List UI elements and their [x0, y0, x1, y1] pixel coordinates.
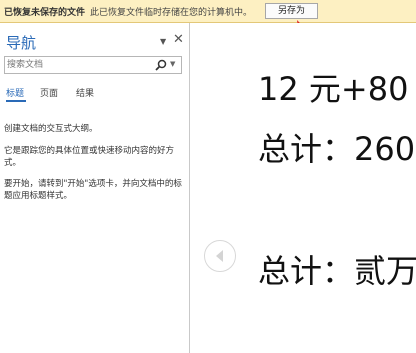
tab-headings[interactable]: 标题: [6, 86, 24, 99]
active-tab-indicator: [6, 100, 26, 102]
doc-line-3: 总计：贰万: [258, 252, 416, 290]
chevron-down-icon[interactable]: ▼: [160, 37, 166, 46]
doc-line-1: 12 元+80 元: [258, 70, 416, 108]
save-as-button[interactable]: 另存为: [265, 3, 318, 19]
tab-results[interactable]: 结果: [76, 86, 94, 99]
search-input[interactable]: [7, 58, 147, 72]
nav-hint-2: 它是跟踪您的具体位置或快速移动内容的好方式。: [4, 146, 175, 168]
nav-hint-3: 要开始，请转到"开始"选项卡，并向文档中的标题应用标题样式。: [4, 179, 182, 201]
doc-line-2: 总计：260: [258, 130, 416, 168]
nav-hint-1: 创建文档的交互式大纲。: [4, 124, 98, 134]
document-area[interactable]: 12 元+80 元 总计：260 总计：贰万: [190, 23, 416, 353]
nav-pane-title: 导航: [6, 34, 37, 52]
recovery-title: 已恢复未保存的文件: [4, 8, 86, 18]
nav-tabs: 标题 页面 结果: [0, 86, 190, 102]
recovery-info-bar: 已恢复未保存的文件 此已恢复文件临时存储在您的计算机中。 另存为: [0, 0, 416, 23]
close-icon[interactable]: ✕: [173, 32, 184, 47]
back-arrow-icon: [216, 250, 223, 262]
navigation-pane: 导航 ▼ ✕ ▼ 标题 页面 结果 创建文档的交互式大纲。 它是跟踪您的具体位置…: [0, 23, 190, 353]
recovery-message: 此已恢复文件临时存储在您的计算机中。: [90, 8, 253, 18]
tab-pages[interactable]: 页面: [40, 86, 58, 99]
search-box[interactable]: ▼: [4, 56, 182, 74]
search-options-chevron-icon[interactable]: ▼: [170, 60, 175, 68]
search-icon[interactable]: [155, 59, 167, 71]
back-button[interactable]: [204, 240, 236, 272]
